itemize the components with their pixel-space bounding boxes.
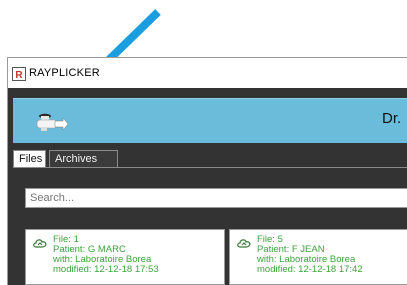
- main-frame: Dr. Files Archives File: 1 Patient: G MA…: [8, 88, 407, 285]
- tab-files[interactable]: Files: [13, 150, 46, 168]
- cloud-sync-icon: [237, 239, 251, 248]
- cloud-sync-icon: [33, 239, 47, 248]
- scanner-logo-icon[interactable]: [33, 111, 69, 133]
- app-window: R RAYPLICKER Dr. Files Archives File: [7, 57, 407, 285]
- app-logo-icon: R: [12, 67, 26, 81]
- tab-divider: [13, 167, 407, 168]
- file-card[interactable]: File: 5 Patient: F JEAN with: Laboratoir…: [229, 229, 407, 285]
- file-card[interactable]: File: 1 Patient: G MARC with: Laboratoir…: [25, 229, 225, 285]
- svg-text:R: R: [15, 70, 23, 81]
- doctor-name: Dr.: [382, 110, 402, 127]
- modified-date: modified: 12-12-18 17:53: [53, 264, 159, 275]
- window-title: RAYPLICKER: [29, 67, 100, 79]
- modified-date: modified: 12-12-18 17:42: [257, 264, 363, 275]
- file-card-details: File: 5 Patient: F JEAN with: Laboratoir…: [257, 235, 363, 275]
- file-card-details: File: 1 Patient: G MARC with: Laboratoir…: [53, 235, 159, 275]
- tab-archives[interactable]: Archives: [49, 150, 118, 167]
- app-header: Dr.: [13, 98, 407, 143]
- search-input[interactable]: [25, 188, 407, 208]
- title-bar: R RAYPLICKER: [8, 58, 407, 88]
